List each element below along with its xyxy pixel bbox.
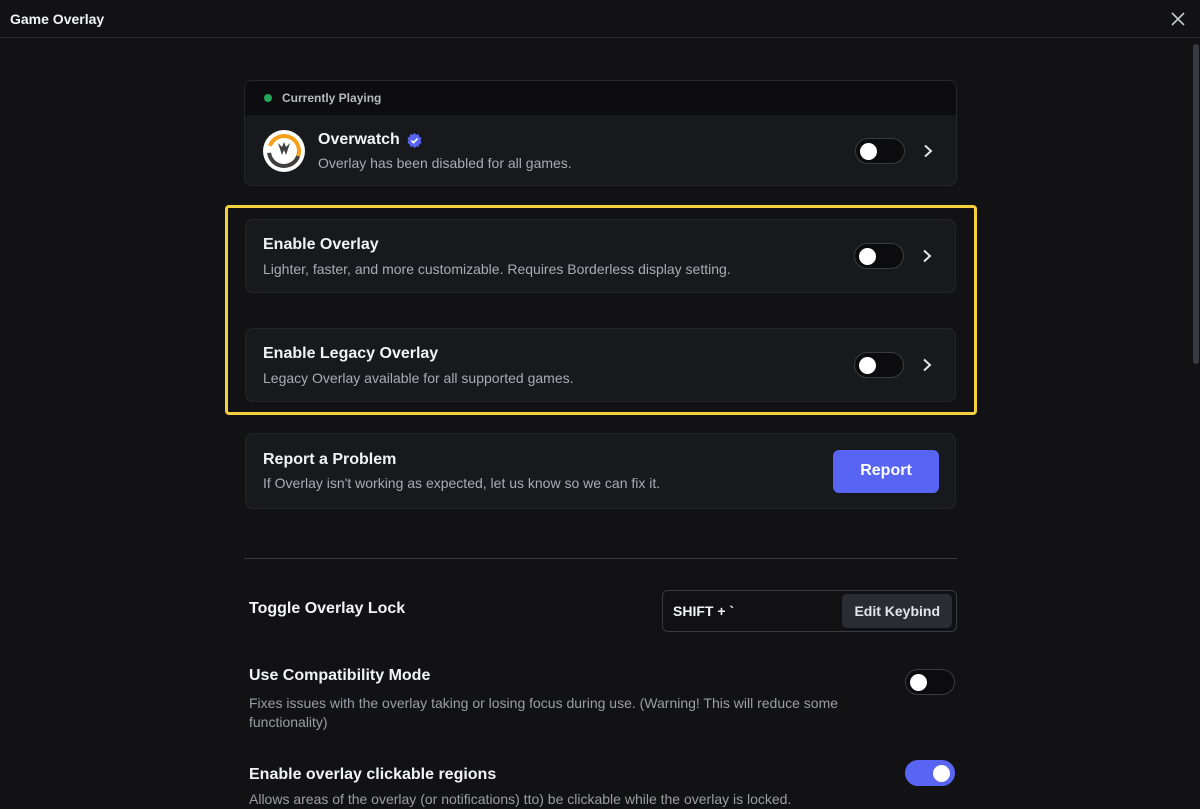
scrollbar-thumb[interactable] (1193, 44, 1199, 364)
enable-overlay-card[interactable]: Enable Overlay Lighter, faster, and more… (245, 219, 956, 293)
compatibility-mode-description: Fixes issues with the overlay taking or … (249, 695, 839, 730)
keybind-keys: SHIFT + ` (673, 603, 735, 619)
enable-overlay-description: Lighter, faster, and more customizable. … (263, 260, 731, 277)
keybind-field[interactable]: SHIFT + ` Edit Keybind (662, 590, 957, 632)
game-status: Overlay has been disabled for all games. (318, 155, 572, 171)
currently-playing-label: Currently Playing (282, 91, 382, 105)
toggle-knob (933, 765, 950, 782)
compatibility-mode-title: Use Compatibility Mode (249, 667, 431, 684)
enable-legacy-overlay-card[interactable]: Enable Legacy Overlay Legacy Overlay ava… (245, 328, 956, 402)
chevron-right-icon (923, 249, 932, 263)
playing-status-dot (264, 94, 272, 102)
enable-overlay-toggle[interactable] (854, 243, 904, 269)
toggle-knob (859, 357, 876, 374)
verified-badge-icon (407, 132, 422, 148)
clickable-regions-title: Enable overlay clickable regions (249, 766, 497, 783)
enable-overlay-title: Enable Overlay (263, 235, 379, 253)
report-problem-title: Report a Problem (263, 451, 397, 468)
compatibility-mode-toggle[interactable] (905, 669, 955, 695)
window-title: Game Overlay (10, 10, 105, 27)
currently-playing-header: Currently Playing (245, 81, 956, 115)
toggle-knob (910, 674, 927, 691)
game-row[interactable]: Overwatch Overlay has been disabled for … (245, 115, 956, 185)
scrollbar[interactable] (1192, 40, 1200, 800)
close-button[interactable] (1166, 7, 1190, 31)
chevron-right-icon (923, 358, 932, 372)
game-name: Overwatch (318, 131, 400, 148)
enable-legacy-overlay-expand-button[interactable] (917, 355, 937, 375)
enable-overlay-expand-button[interactable] (917, 246, 937, 266)
currently-playing-card: Currently Playing Overwatch Overlay has … (244, 80, 957, 186)
section-divider (244, 558, 957, 559)
game-expand-button[interactable] (918, 141, 938, 161)
enable-legacy-overlay-description: Legacy Overlay available for all support… (263, 369, 574, 386)
report-problem-description: If Overlay isn't working as expected, le… (263, 475, 661, 491)
report-problem-card: Report a Problem If Overlay isn't workin… (245, 433, 956, 509)
game-overlay-toggle[interactable] (855, 138, 905, 164)
clickable-regions-toggle[interactable] (905, 760, 955, 786)
enable-legacy-overlay-toggle[interactable] (854, 352, 904, 378)
chevron-right-icon (924, 144, 933, 158)
window-titlebar: Game Overlay (0, 0, 1200, 38)
report-button[interactable]: Report (833, 449, 939, 493)
toggle-overlay-lock-title: Toggle Overlay Lock (249, 600, 406, 617)
close-icon (1171, 11, 1185, 26)
edit-keybind-button[interactable]: Edit Keybind (842, 594, 952, 628)
toggle-knob (859, 248, 876, 265)
enable-legacy-overlay-title: Enable Legacy Overlay (263, 344, 439, 362)
toggle-knob (860, 143, 877, 160)
overwatch-logo-icon (263, 130, 305, 172)
